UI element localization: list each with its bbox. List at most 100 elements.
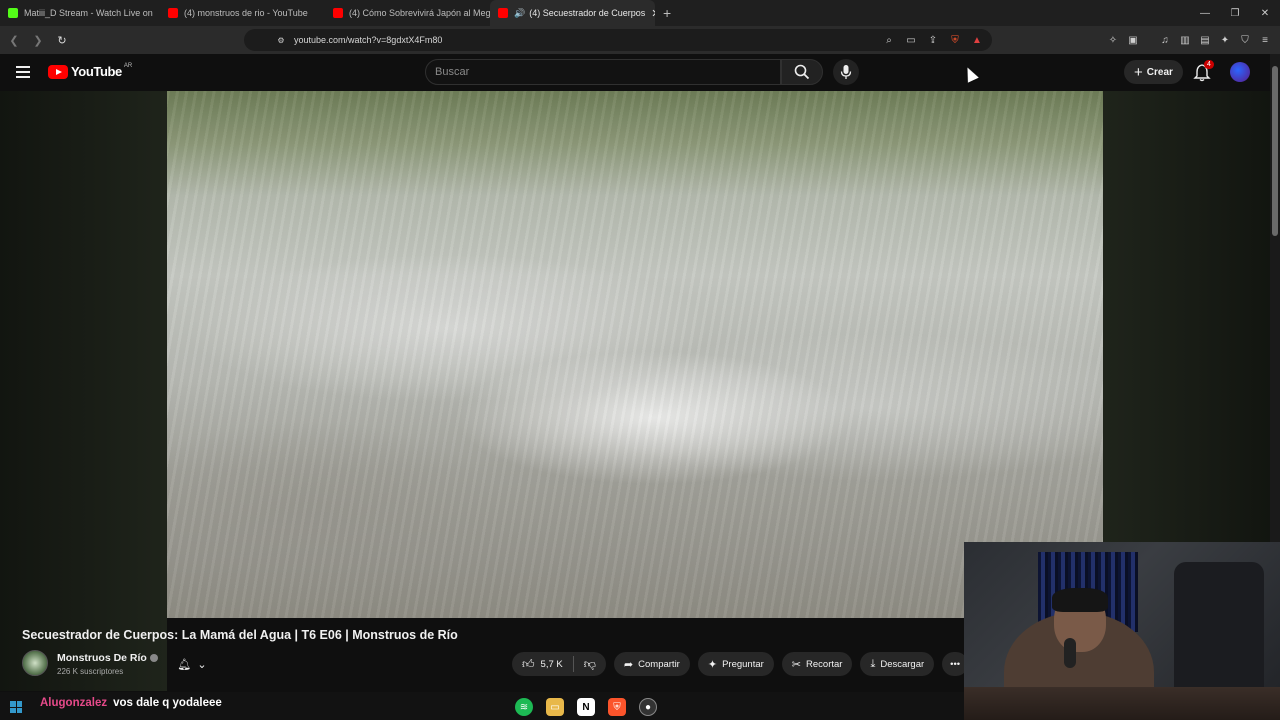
window-controls: — ❐ ✕: [1190, 0, 1280, 26]
close-tab-icon[interactable]: ✕: [645, 7, 655, 20]
obs-icon[interactable]: ●: [639, 698, 657, 716]
hamburger-menu-icon[interactable]: [16, 66, 30, 78]
microphone-icon: [840, 65, 852, 79]
notion-icon[interactable]: N: [577, 698, 595, 716]
browser-toolbar: ❮ ❯ ↻ ▯ ⚙ youtube.com/watch?v=8gdxtX4Fm8…: [0, 26, 1280, 54]
more-icon: •••: [950, 658, 961, 670]
browser-tab[interactable]: (4) Cómo Sobrevivirá Japón al Mega: [325, 0, 490, 26]
account-avatar[interactable]: [1230, 62, 1250, 82]
site-info-icon[interactable]: ⚙: [274, 33, 288, 47]
bell-icon: 🔔︎: [177, 658, 192, 671]
browser-tab[interactable]: Matiii_D Stream - Watch Live on: [0, 0, 160, 26]
channel-name-text[interactable]: Monstruos De Río: [57, 652, 147, 664]
share-label: Compartir: [638, 658, 680, 670]
tab-label: (4) Secuestrador de Cuerpos: [529, 8, 646, 18]
speaker-icon: 🔊: [514, 7, 526, 18]
country-code: AR: [123, 62, 133, 69]
browser-tab[interactable]: (4) monstruos de rio - YouTube: [160, 0, 325, 26]
youtube-play-icon: [48, 64, 68, 79]
youtube-logo[interactable]: YouTube AR: [48, 62, 133, 79]
cast-icon[interactable]: ▭: [904, 33, 918, 47]
voice-search-button[interactable]: [833, 59, 859, 85]
brave-rewards-icon[interactable]: ▲: [970, 33, 984, 47]
webcam-desk: [964, 687, 1280, 720]
wallet-icon[interactable]: ▤: [1198, 33, 1212, 47]
create-button[interactable]: + Crear: [1124, 60, 1183, 84]
tab-label: (4) monstruos de rio - YouTube: [184, 8, 308, 18]
youtube-wordmark: YouTube: [71, 64, 122, 79]
notification-badge: 4: [1204, 60, 1214, 69]
channel-name[interactable]: Monstruos De Río: [57, 652, 158, 664]
subscriber-count: 226 K suscriptores: [57, 667, 124, 676]
screen: Matiii_D Stream - Watch Live on (4) mons…: [0, 0, 1280, 720]
sidebar-icon[interactable]: ▥: [1178, 33, 1192, 47]
youtube-favicon-icon: [168, 8, 178, 18]
download-label: Descargar: [880, 658, 925, 670]
like-count: 5,7 K: [540, 658, 563, 670]
menu-icon[interactable]: ≡: [1258, 33, 1272, 47]
video-player[interactable]: [167, 91, 1103, 618]
address-bar[interactable]: ⚙ youtube.com/watch?v=8gdxtX4Fm80 ⌕ ▭ ⇪ …: [244, 29, 992, 51]
media-icon[interactable]: ♫: [1158, 33, 1172, 47]
ambient-left: [0, 91, 167, 691]
youtube-favicon-icon: [498, 8, 508, 18]
plus-icon: +: [1134, 63, 1143, 81]
kick-icon: [8, 8, 18, 18]
sparkle-icon: ✦: [707, 658, 718, 671]
brave-browser-icon[interactable]: ⛨: [608, 698, 626, 716]
screenshot-icon[interactable]: ▣: [1126, 33, 1140, 47]
download-button[interactable]: ⤓ Descargar: [860, 652, 935, 676]
video-actions: 👍︎ 5,7 K 👎︎ ➦ Compartir ✦ Preguntar ✂ Re…: [512, 652, 976, 676]
youtube-masthead: YouTube AR + Crear 4: [0, 54, 1280, 91]
brave-shield-icon[interactable]: ⛨: [948, 33, 962, 47]
tab-label: Matiii_D Stream - Watch Live on: [24, 8, 153, 18]
windows-start-icon[interactable]: [10, 701, 22, 713]
ask-label: Preguntar: [722, 658, 764, 670]
browser-tab-active[interactable]: 🔊 (4) Secuestrador de Cuerpos ✕: [490, 0, 655, 26]
extensions-icon[interactable]: ✧: [1106, 33, 1120, 47]
ask-button[interactable]: ✦ Preguntar: [697, 652, 774, 676]
like-button[interactable]: 👍︎ 5,7 K: [512, 652, 573, 676]
thumbs-down-icon: 👎︎: [583, 656, 596, 671]
browser-tab-strip: Matiii_D Stream - Watch Live on (4) mons…: [0, 0, 1280, 26]
chat-text: vos dale q yodaleee: [113, 697, 222, 709]
subscription-bell-button[interactable]: 🔔︎ ⌄: [168, 652, 216, 676]
streamer-webcam: [964, 542, 1280, 720]
restore-icon[interactable]: ❐: [1220, 0, 1250, 26]
chevron-down-icon: ⌄: [197, 658, 207, 671]
spotify-icon[interactable]: ≋: [515, 698, 533, 716]
address-bar-icons: ⌕ ▭ ⇪ ⛨ ▲: [882, 29, 984, 51]
reload-icon[interactable]: ↻: [52, 30, 72, 50]
like-dislike-group: 👍︎ 5,7 K 👎︎: [512, 652, 606, 676]
taskbar-apps: ≋ ▭ N ⛨ ●: [515, 698, 657, 716]
webcam-person-hair: [1052, 588, 1108, 612]
forward-icon[interactable]: ❯: [28, 30, 48, 50]
url-text[interactable]: youtube.com/watch?v=8gdxtX4Fm80: [294, 35, 442, 45]
share-icon[interactable]: ⇪: [926, 33, 940, 47]
new-tab-button[interactable]: +: [663, 5, 671, 21]
search-box: [425, 59, 781, 85]
webcam-microphone: [1064, 638, 1076, 668]
chat-username: Alugonzalez: [40, 697, 108, 709]
channel-avatar[interactable]: [22, 650, 48, 676]
share-arrow-icon: ➦: [623, 658, 634, 671]
search-button[interactable]: [781, 59, 823, 85]
vpn-icon[interactable]: ⛉: [1238, 33, 1252, 47]
minimize-icon[interactable]: —: [1190, 0, 1220, 26]
close-window-icon[interactable]: ✕: [1250, 0, 1280, 26]
share-button[interactable]: ➦ Compartir: [613, 652, 690, 676]
stream-chat-message: Alugonzalez vos dale q yodaleee: [40, 697, 222, 709]
browser-extension-icons: ✧ ▣ ♫ ▥ ▤ ✦ ⛉ ≡: [1106, 30, 1272, 50]
dislike-button[interactable]: 👎︎: [574, 652, 606, 676]
tab-label: (4) Cómo Sobrevivirá Japón al Mega: [349, 8, 490, 18]
back-icon[interactable]: ❮: [4, 30, 24, 50]
leo-ai-icon[interactable]: ✦: [1218, 33, 1232, 47]
scissors-icon: ✂: [791, 658, 802, 671]
file-explorer-icon[interactable]: ▭: [546, 698, 564, 716]
clip-button[interactable]: ✂ Recortar: [781, 652, 853, 676]
scrollbar-thumb[interactable]: [1272, 66, 1278, 236]
search-input[interactable]: [426, 60, 780, 84]
zoom-icon[interactable]: ⌕: [882, 33, 896, 47]
clip-label: Recortar: [806, 658, 843, 670]
thumbs-up-icon: 👍︎: [522, 656, 535, 671]
